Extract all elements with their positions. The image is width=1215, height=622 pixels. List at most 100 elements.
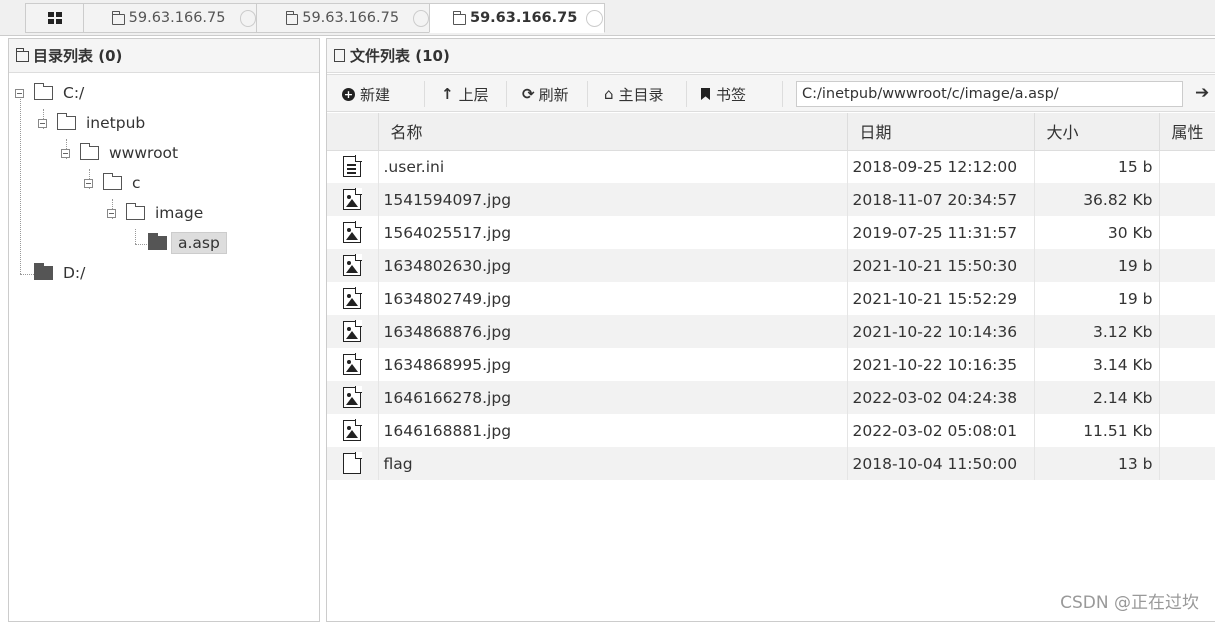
tab-session-1[interactable]: 59.63.166.75 — [83, 3, 257, 33]
collapse-toggle-icon[interactable] — [38, 119, 47, 128]
folder-icon — [57, 113, 76, 130]
plus-circle-icon: + — [342, 87, 355, 101]
table-row[interactable]: 1634802749.jpg 2021-10-21 15:52:29 19 b — [327, 282, 1215, 315]
collapse-toggle-icon[interactable] — [84, 179, 93, 188]
file-date: 2022-03-02 04:24:38 — [847, 381, 1035, 414]
up-button[interactable]: ↑ 上层 — [441, 81, 489, 107]
bookmark-button[interactable]: 书签 — [701, 81, 746, 107]
tree-node-label: image — [155, 204, 204, 222]
tree-node-image[interactable]: image — [107, 202, 209, 224]
home-button[interactable]: ⌂ 主目录 — [604, 81, 664, 107]
file-name: 1634802630.jpg — [378, 249, 848, 282]
tree-node-c-drive[interactable]: C:/ — [15, 82, 90, 104]
tab-label: 59.63.166.75 — [128, 10, 226, 26]
directory-panel-title: 目录列表 (0) — [33, 47, 123, 65]
table-row[interactable]: 1634802630.jpg 2021-10-21 15:50:30 19 b — [327, 249, 1215, 282]
file-date: 2021-10-22 10:14:36 — [847, 315, 1035, 348]
tab-session-3[interactable]: 59.63.166.75 — [429, 3, 605, 33]
table-row[interactable]: 1646166278.jpg 2022-03-02 04:24:38 2.14 Kb — [327, 381, 1215, 414]
file-size: 3.12 Kb — [1034, 315, 1160, 348]
file-icon-cell — [327, 282, 379, 315]
new-button-label: 新建 — [360, 85, 391, 104]
size-column-header[interactable]: 大小 — [1034, 113, 1160, 151]
file-icon-cell — [327, 414, 379, 447]
file-icon-cell — [327, 183, 379, 216]
file-icon-cell — [327, 381, 379, 414]
close-icon[interactable] — [413, 9, 429, 27]
tab-label: 59.63.166.75 — [470, 10, 578, 26]
table-row[interactable]: 1564025517.jpg 2019-07-25 11:31:57 30 Kb — [327, 216, 1215, 249]
file-attr — [1159, 282, 1215, 315]
tree-node-label: c — [132, 174, 141, 192]
table-row[interactable]: flag 2018-10-04 11:50:00 13 b — [327, 447, 1215, 480]
folder-icon — [34, 263, 53, 280]
collapse-toggle-icon[interactable] — [61, 149, 70, 158]
folder-icon — [103, 173, 122, 190]
tree-node-d-drive[interactable]: D:/ — [34, 262, 91, 284]
image-file-icon — [343, 419, 363, 441]
collapse-toggle-icon[interactable] — [107, 209, 116, 218]
collapse-toggle-icon[interactable] — [15, 89, 24, 98]
file-size: 19 b — [1034, 249, 1160, 282]
close-icon[interactable] — [586, 9, 604, 27]
file-attr — [1159, 315, 1215, 348]
file-attr — [1159, 249, 1215, 282]
refresh-icon: ⟳ — [522, 85, 535, 103]
table-row[interactable]: 1541594097.jpg 2018-11-07 20:34:57 36.82 K… — [327, 183, 1215, 216]
name-column-header[interactable]: 名称 — [378, 113, 848, 151]
file-icon-cell — [327, 447, 379, 480]
file-icon-cell — [327, 150, 379, 183]
table-row[interactable]: 1634868876.jpg 2021-10-22 10:14:36 3.12 Kb — [327, 315, 1215, 348]
attr-column-header[interactable]: 属性 — [1159, 113, 1215, 151]
tree-node-inetpub[interactable]: inetpub — [38, 112, 151, 134]
image-file-icon — [343, 386, 363, 408]
tree-node-c[interactable]: c — [84, 172, 147, 194]
close-icon[interactable] — [239, 9, 256, 27]
directory-panel-header: 目录列表 (0) — [9, 39, 319, 73]
file-list-header: 文件列表 (10) — [327, 39, 1215, 73]
image-file-icon — [343, 221, 363, 243]
tab-bar: 59.63.166.75 59.63.166.75 59.63.166.75 — [0, 0, 1215, 36]
file-date: 2018-10-04 11:50:00 — [847, 447, 1035, 480]
home-button-label: 主目录 — [618, 85, 664, 104]
bookmark-icon — [701, 88, 710, 100]
tab-label: 59.63.166.75 — [302, 10, 400, 26]
tab-session-2[interactable]: 59.63.166.75 — [256, 3, 430, 33]
tab-home[interactable] — [25, 3, 84, 33]
tree-node-wwwroot[interactable]: wwwroot — [61, 142, 184, 164]
date-column-header[interactable]: 日期 — [847, 113, 1035, 151]
blank-file-icon — [343, 452, 363, 474]
file-name: .user.ini — [378, 150, 848, 183]
folder-icon — [34, 83, 53, 100]
new-button[interactable]: + 新建 — [342, 81, 390, 107]
folder-icon — [126, 203, 145, 220]
icon-column-header — [327, 113, 379, 151]
image-file-icon — [343, 320, 363, 342]
arrow-right-icon[interactable]: ➔ — [1195, 83, 1209, 103]
grid-icon — [47, 12, 62, 24]
refresh-button[interactable]: ⟳ 刷新 — [522, 81, 569, 107]
file-date: 2021-10-22 10:16:35 — [847, 348, 1035, 381]
file-name: flag — [378, 447, 848, 480]
path-input[interactable] — [796, 81, 1183, 107]
file-date: 2022-03-02 05:08:01 — [847, 414, 1035, 447]
file-attr — [1159, 150, 1215, 183]
folder-icon — [286, 10, 299, 25]
tree-node-a-asp[interactable]: a.asp — [148, 232, 227, 254]
file-icon-cell — [327, 348, 379, 381]
file-date: 2021-10-21 15:52:29 — [847, 282, 1035, 315]
file-icon-cell — [327, 249, 379, 282]
file-name: 1634802749.jpg — [378, 282, 848, 315]
tree-node-label: wwwroot — [109, 144, 179, 162]
document-icon — [334, 49, 345, 62]
table-row[interactable]: .user.ini 2018-09-25 12:12:00 15 b — [327, 150, 1215, 183]
tree-node-label: D:/ — [63, 264, 86, 282]
tree-node-label: a.asp — [171, 232, 227, 254]
folder-icon — [80, 143, 99, 160]
table-row[interactable]: 1634868995.jpg 2021-10-22 10:16:35 3.14 Kb — [327, 348, 1215, 381]
folder-icon — [112, 10, 125, 25]
folder-icon — [453, 10, 466, 25]
table-row[interactable]: 1646168881.jpg 2022-03-02 05:08:01 11.51 K… — [327, 414, 1215, 447]
folder-icon — [16, 48, 29, 62]
bookmark-button-label: 书签 — [716, 85, 747, 104]
